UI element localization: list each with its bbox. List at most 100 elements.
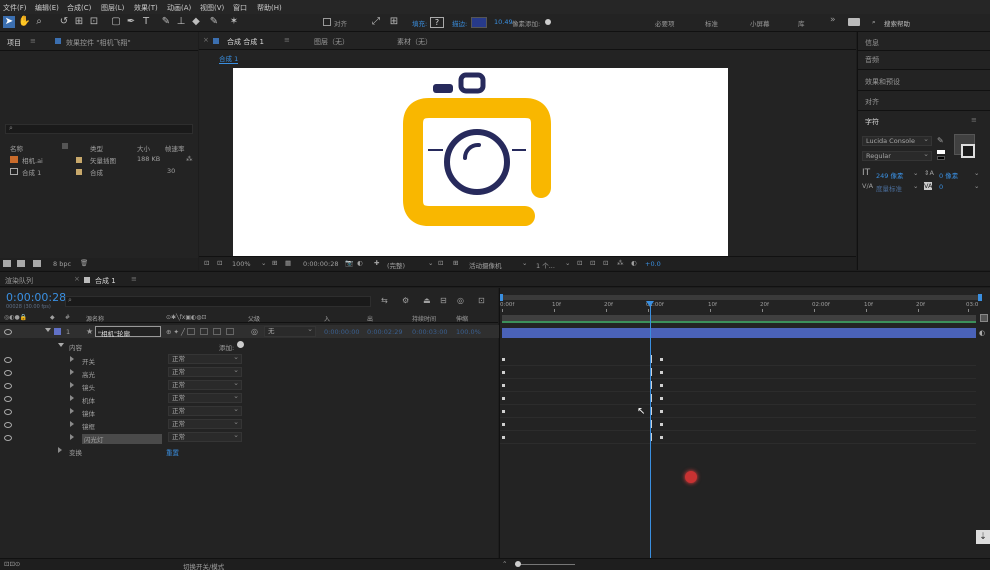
panel-character[interactable]: 字符	[865, 117, 879, 127]
menu-file[interactable]: 文件(F)	[3, 3, 27, 13]
rotate-tool-icon[interactable]: ↺	[58, 16, 70, 28]
blend-mode-dropdown[interactable]: 正常	[168, 392, 242, 403]
blend-mode-dropdown[interactable]: 正常	[168, 418, 242, 429]
column-fps[interactable]: 帧速率	[165, 143, 185, 153]
reset-link[interactable]: 重置	[166, 447, 179, 457]
motion-blur-switch[interactable]	[213, 328, 221, 335]
white-swatch[interactable]	[937, 150, 945, 154]
menu-view[interactable]: 视图(V)	[200, 3, 224, 13]
group-name[interactable]: 高光	[82, 369, 95, 379]
playhead-line[interactable]	[650, 302, 651, 558]
tab-render-queue[interactable]: 渲染队列	[5, 276, 33, 286]
fill-swatch[interactable]: ?	[430, 17, 444, 28]
tab-effect-controls[interactable]: 效果控件 "相机飞翔"	[66, 38, 131, 48]
timeline-timecode[interactable]: 0:00:00:28	[6, 291, 66, 304]
keyframe-marker[interactable]	[660, 423, 663, 426]
always-preview-icon[interactable]: ⊡	[204, 259, 209, 267]
expand-group-icon[interactable]	[70, 408, 74, 414]
resolution-dropdown[interactable]: (完整)	[387, 260, 405, 270]
stroke-swatch[interactable]	[471, 17, 487, 28]
menu-animation[interactable]: 动画(A)	[167, 3, 191, 13]
shy-layers-icon[interactable]: ⏏	[423, 296, 431, 305]
tab-project[interactable]: 项目	[7, 38, 21, 48]
expand-contents-icon[interactable]	[58, 343, 64, 347]
leading-value[interactable]: 0 像素	[939, 170, 958, 180]
column-size[interactable]: 大小	[137, 143, 150, 153]
chevron-down-icon[interactable]: ⌄	[522, 259, 527, 267]
brush-tool-icon[interactable]: ✎	[160, 16, 172, 28]
toggle-pixel-aspect-icon[interactable]: ⊡	[577, 259, 582, 267]
tab-timeline-comp[interactable]: 合成 1	[95, 276, 116, 286]
puppet-tool-icon[interactable]: ✶	[228, 16, 240, 28]
blend-mode-dropdown[interactable]: 正常	[168, 379, 242, 390]
panel-info[interactable]: 信息	[865, 38, 879, 48]
layer-duration-bar[interactable]	[502, 328, 976, 338]
pan-behind-tool-icon[interactable]: ⊡	[88, 16, 100, 28]
column-in[interactable]: 入	[324, 314, 330, 323]
blend-mode-dropdown[interactable]: 正常	[168, 353, 242, 364]
camera-tool-icon[interactable]: ⊞	[73, 16, 85, 28]
project-search-input[interactable]: ⌕	[5, 124, 193, 134]
contents-row[interactable]: 内容 添加:	[0, 339, 500, 352]
timeline-zoom-slider[interactable]	[515, 564, 575, 565]
visibility-eye-icon[interactable]	[4, 396, 12, 402]
trash-icon[interactable]: 🗑	[80, 259, 88, 267]
timeline-icon[interactable]: ⊡	[603, 259, 608, 267]
group-name[interactable]: 镜框	[82, 421, 95, 431]
panel-menu-icon[interactable]: ≡	[30, 37, 36, 45]
table-row[interactable]: 1 ★ "相机"轮廓 ⊕ ✦ ╱ ◎ 无 0:00:00:00 0:00:02:…	[0, 325, 500, 338]
menu-window[interactable]: 窗口	[233, 3, 247, 13]
menu-edit[interactable]: 编辑(E)	[35, 3, 59, 13]
group-name[interactable]: 镜体	[82, 408, 95, 418]
group-name[interactable]: 开关	[82, 356, 95, 366]
render-time-icon[interactable]: ⊡⊡⊙	[4, 560, 20, 568]
keyframe-marker[interactable]	[502, 397, 505, 400]
keyframe-marker[interactable]	[660, 371, 663, 374]
workspace-standard[interactable]: 标准	[705, 18, 718, 28]
panel-audio[interactable]: 音频	[865, 55, 879, 65]
tracking-value[interactable]: 0	[939, 183, 943, 191]
chevron-down-icon[interactable]: ⌄	[261, 259, 266, 267]
keyframe-marker[interactable]	[502, 436, 505, 439]
expand-group-icon[interactable]	[70, 395, 74, 401]
motion-blur-icon[interactable]: ◎	[457, 296, 464, 305]
menu-effect[interactable]: 效果(T)	[134, 3, 158, 13]
frame-blending-icon[interactable]: ⊟	[440, 296, 447, 305]
chevron-down-icon[interactable]: ⌄	[974, 169, 979, 177]
timeline-search-input[interactable]: ⌕	[65, 296, 371, 307]
menu-help[interactable]: 帮助(H)	[257, 3, 282, 13]
interpret-footage-icon[interactable]	[3, 260, 11, 267]
table-row[interactable]: 镜体 正常	[0, 405, 500, 418]
bit-depth[interactable]: 8 bpc	[53, 260, 71, 268]
breadcrumb[interactable]: 合成 1	[219, 53, 239, 64]
playhead-handle[interactable]	[646, 301, 654, 307]
keyframe-marker[interactable]	[502, 358, 505, 361]
stroke-label[interactable]: 描边:	[452, 18, 467, 28]
column-parent[interactable]: 父级	[248, 314, 260, 323]
table-row[interactable]: 闪光灯 正常	[0, 431, 500, 444]
panel-menu-icon[interactable]: ≡	[284, 36, 290, 44]
layer-stretch[interactable]: 100.0%	[456, 328, 481, 336]
type-tool-icon[interactable]: T	[140, 16, 152, 28]
time-ruler[interactable]: 0:00f 10f 20f 01:00f 10f 20f 02:00f 10f 20f 03:0	[500, 300, 990, 312]
magnification-icon[interactable]: ⊡	[217, 259, 222, 267]
show-snapshot-icon[interactable]: ◐	[357, 259, 363, 267]
composition-canvas[interactable]	[233, 68, 728, 256]
close-tab-icon[interactable]: ×	[203, 36, 209, 44]
chevron-down-icon[interactable]: ⌄	[428, 259, 433, 267]
stroke-width[interactable]: 10.49	[494, 18, 513, 26]
expand-group-icon[interactable]	[70, 434, 74, 440]
column-out[interactable]: 出	[367, 314, 373, 323]
zoom-out-icon[interactable]: ⌃	[502, 560, 507, 568]
keyframe-marker[interactable]	[660, 410, 663, 413]
tab-footage[interactable]: 素材（无）	[397, 37, 432, 47]
expand-transform-icon[interactable]	[58, 447, 62, 453]
pick-whip-icon[interactable]: ◎	[251, 327, 258, 336]
transform-row[interactable]: 变换 重置	[0, 444, 500, 457]
add-icon[interactable]	[237, 341, 244, 348]
snapshot-icon[interactable]: 📷	[345, 259, 353, 267]
fast-previews-icon[interactable]: ⊡	[438, 259, 443, 267]
menu-composition[interactable]: 合成(C)	[67, 3, 91, 13]
menu-layer[interactable]: 图层(L)	[101, 3, 124, 13]
expand-group-icon[interactable]	[70, 369, 74, 375]
